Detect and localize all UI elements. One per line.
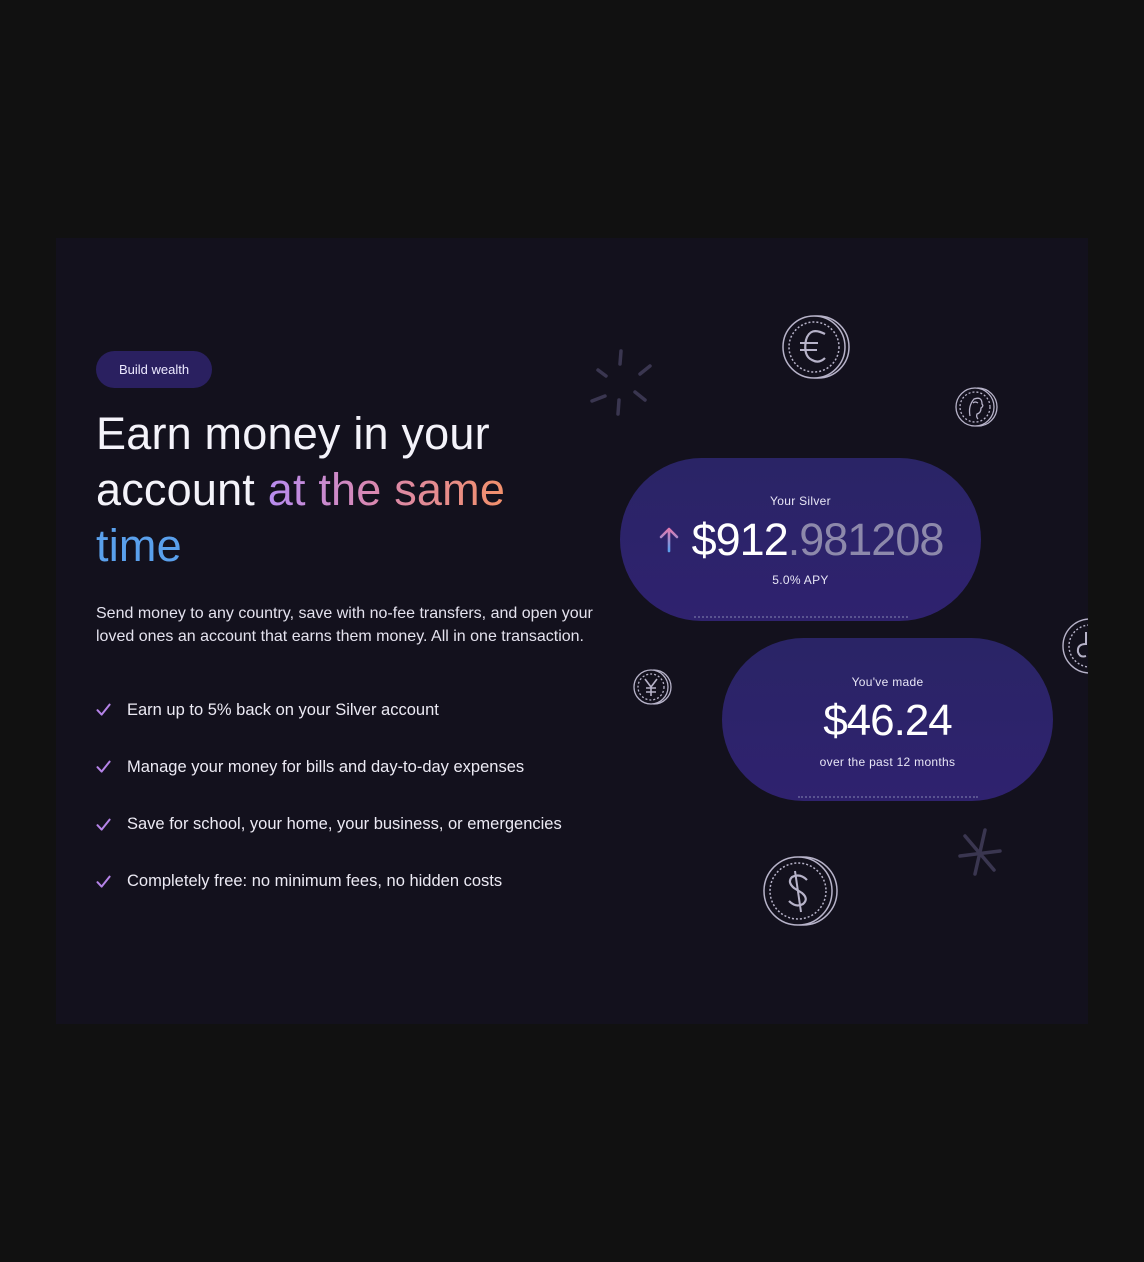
feature-item: Manage your money for bills and day-to-d… bbox=[96, 754, 562, 780]
earnings-period: over the past 12 months bbox=[819, 755, 956, 769]
check-icon bbox=[96, 875, 111, 888]
earnings-card: You've made $46.24 over the past 12 mont… bbox=[722, 638, 1053, 801]
dollar-coin-icon bbox=[763, 856, 838, 926]
balance-label: Your Silver bbox=[770, 494, 831, 508]
build-wealth-badge: Build wealth bbox=[96, 351, 213, 388]
balance-amount-fraction: .981208 bbox=[787, 514, 945, 565]
bubble-fringe bbox=[798, 796, 978, 800]
euro-coin-icon bbox=[782, 315, 850, 379]
badge-label: Build wealth bbox=[119, 362, 190, 377]
earnings-label: You've made bbox=[851, 675, 924, 689]
wealth-feature-card: Build wealth Earn money in your account … bbox=[56, 238, 1088, 1024]
balance-amount-row: $912.981208 bbox=[620, 514, 981, 566]
feature-text: Manage your money for bills and day-to-d… bbox=[127, 757, 525, 776]
rupee-coin-icon bbox=[1062, 618, 1088, 674]
yen-coin-icon bbox=[633, 669, 672, 705]
page-title: Earn money in your account at the same ti… bbox=[96, 406, 566, 574]
asterisk-icon bbox=[958, 828, 1002, 876]
arrow-up-icon bbox=[659, 527, 678, 553]
apy-label: 5.0% APY bbox=[772, 573, 829, 587]
sparkle-burst-icon bbox=[590, 349, 652, 416]
feature-text: Earn up to 5% back on your Silver accoun… bbox=[127, 700, 439, 719]
feature-item: Save for school, your home, your busines… bbox=[96, 812, 562, 838]
check-icon bbox=[96, 703, 111, 716]
portrait-coin-icon bbox=[955, 387, 998, 427]
bubble-fringe bbox=[694, 616, 908, 620]
silver-balance-card: Your Silver $912.981208 5.0% APY bbox=[620, 458, 981, 621]
headline-highlight: at the same bbox=[267, 464, 506, 515]
feature-item: Completely free: no minimum fees, no hid… bbox=[96, 869, 562, 895]
earnings-amount: $46.24 bbox=[823, 696, 953, 745]
feature-text: Save for school, your home, your busines… bbox=[127, 815, 562, 834]
check-icon bbox=[96, 760, 111, 773]
balance-amount-main: $912 bbox=[691, 514, 789, 565]
check-icon bbox=[96, 818, 111, 831]
feature-item: Earn up to 5% back on your Silver accoun… bbox=[96, 697, 562, 723]
feature-list: Earn up to 5% back on your Silver accoun… bbox=[96, 697, 562, 926]
headline-part-3: time bbox=[96, 520, 182, 571]
description-text: Send money to any country, save with no-… bbox=[96, 605, 593, 645]
feature-text: Completely free: no minimum fees, no hid… bbox=[127, 872, 503, 891]
